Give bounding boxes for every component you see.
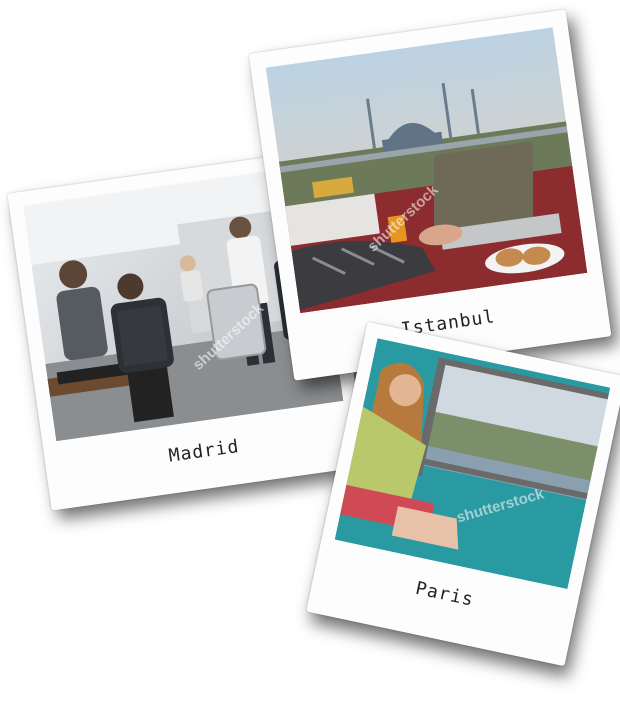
terrace-cafe-image bbox=[265, 27, 588, 314]
paris-photo: shutterstock bbox=[334, 338, 611, 590]
boat-window-image bbox=[334, 338, 611, 590]
polaroid-istanbul: shutterstock Istanbul bbox=[248, 9, 612, 381]
istanbul-photo: shutterstock bbox=[265, 27, 588, 314]
